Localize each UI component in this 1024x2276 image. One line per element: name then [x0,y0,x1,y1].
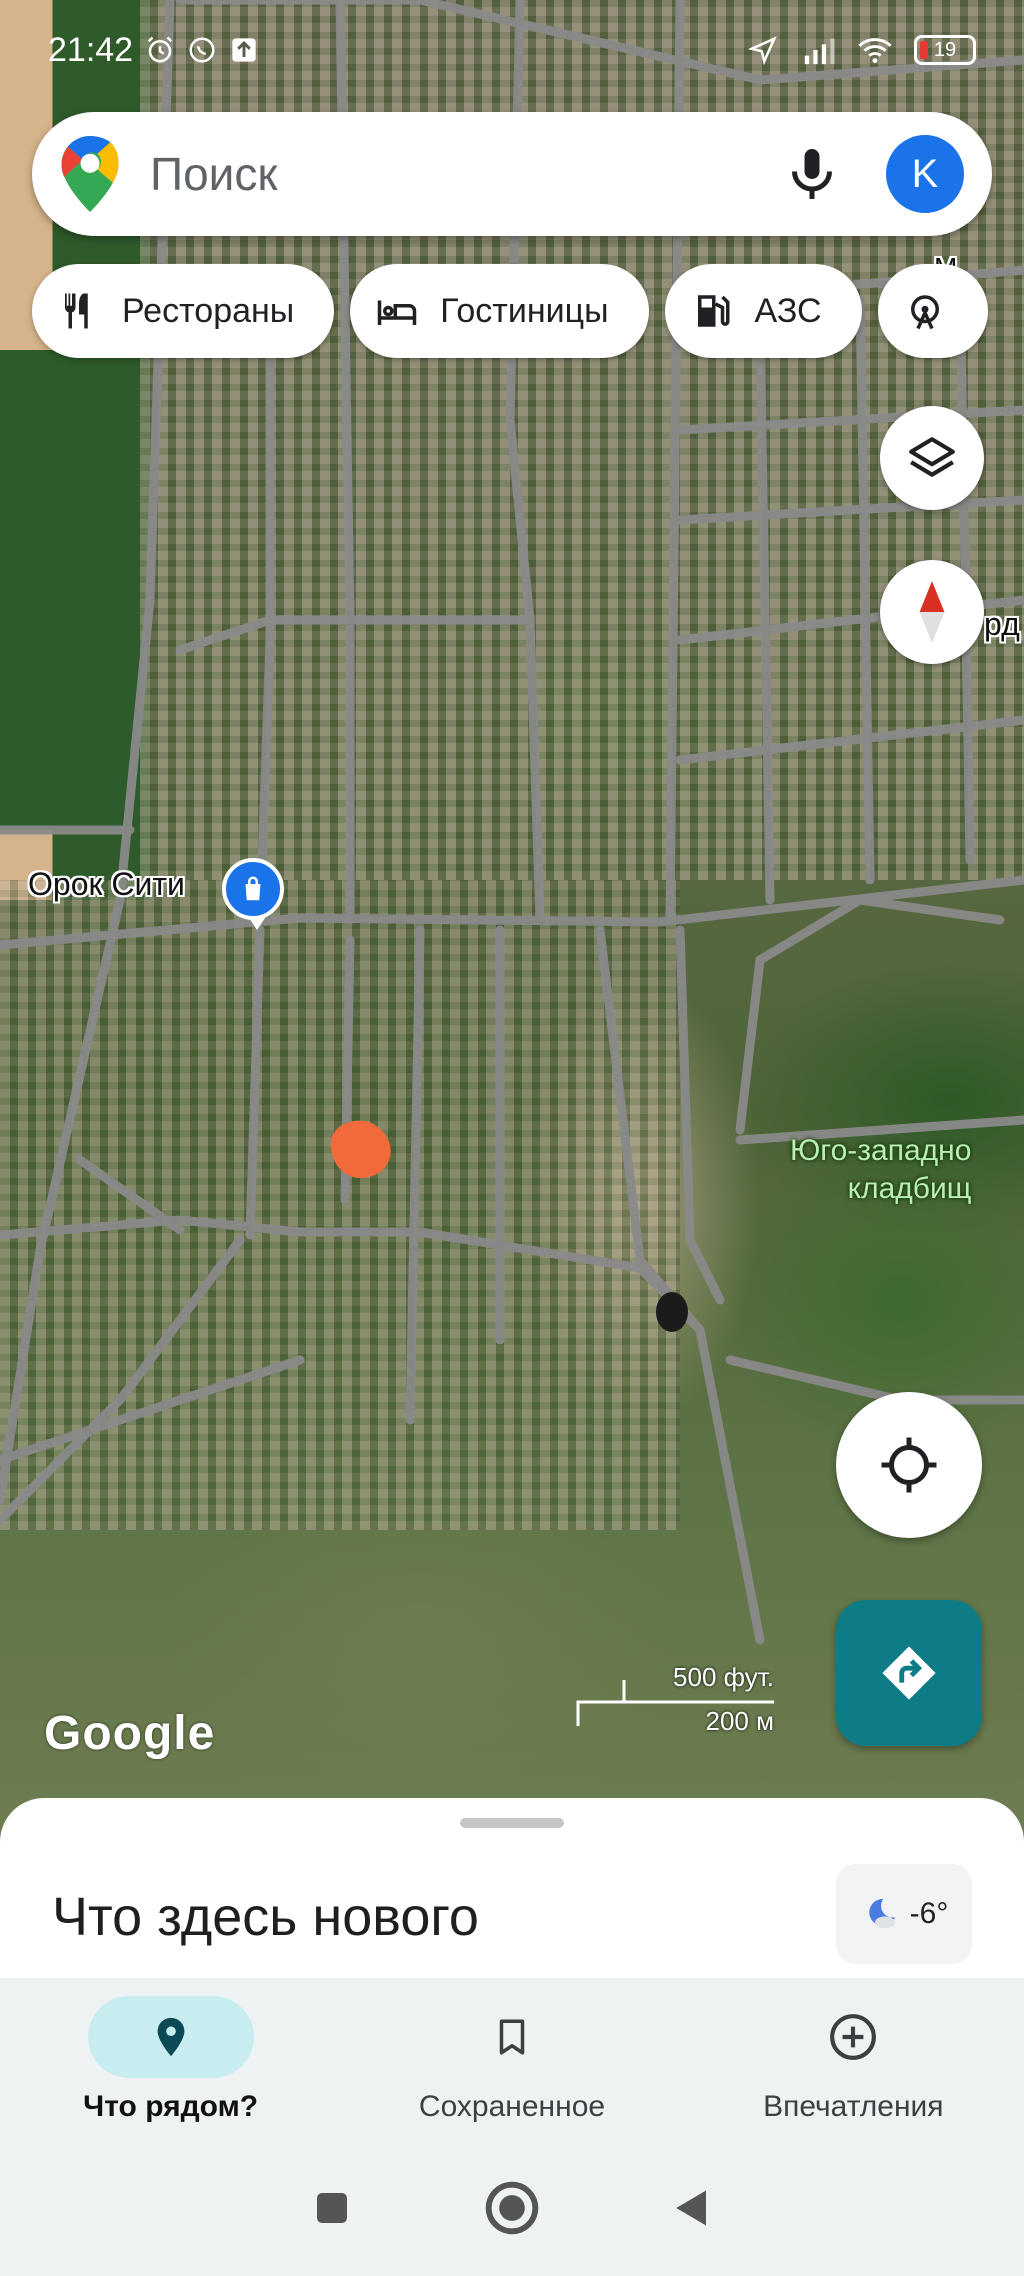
nav-label: Что рядом? [83,2090,259,2123]
attraction-icon [910,295,939,330]
whatsapp-icon [185,33,219,67]
scale-feet-label: 500 фут. [673,1662,774,1692]
layers-button[interactable] [880,406,984,510]
chip-label: Рестораны [122,291,295,330]
crosshair-icon [881,1437,937,1493]
nav-label: Сохраненное [418,2090,606,2123]
account-avatar[interactable]: K [886,135,964,213]
back-triangle-icon [676,2190,706,2226]
upload-icon [227,33,261,67]
google-attribution: Google [44,1707,216,1760]
location-arrow-icon [746,33,780,67]
chip-gas-stations[interactable]: АЗС [664,264,862,358]
search-bar[interactable]: Поиск K [32,112,992,236]
weather-temperature: -6° [909,1897,949,1930]
home-button[interactable] [482,2178,542,2238]
chip-attractions[interactable] [877,264,988,358]
chip-restaurants[interactable]: Рестораны [32,264,335,358]
compass-icon [919,581,945,643]
directions-icon [882,1646,936,1700]
my-location-button[interactable] [836,1392,982,1538]
poi-marker[interactable] [222,858,284,930]
nav-label: Впечатления [763,2090,944,2123]
bottom-sheet[interactable]: Что здесь нового -6° [0,1798,1024,1978]
nav-active-pill [87,1996,254,2078]
shopping-bag-icon [245,876,261,901]
hotel-icon [377,300,417,325]
chip-label: Гостиницы [440,291,609,330]
recent-apps-button[interactable] [302,2178,362,2238]
nav-contribute[interactable]: Впечатления [683,1978,1024,2140]
system-navigation-bar [0,2140,1024,2276]
alarm-icon [143,33,177,67]
status-time: 21:42 [48,30,134,69]
back-button[interactable] [662,2178,722,2238]
sheet-title: Что здесь нового [52,1887,479,1947]
circle-icon [485,2181,539,2235]
battery-level: 19 [933,38,957,61]
square-icon [317,2193,347,2223]
edge-label: рд [984,606,1020,642]
signal-icon [802,33,836,67]
nav-icon-container [770,1996,936,2078]
wifi-icon [858,33,892,67]
nav-explore[interactable]: Что рядом? [0,1978,341,2140]
moon-cloud-icon [868,1898,895,1929]
area-label[interactable]: Юго-западно кладбищ [790,1132,971,1208]
directions-button[interactable] [836,1600,982,1746]
chip-hotels[interactable]: Гостиницы [350,264,649,358]
battery-icon: 19 [914,35,976,65]
compass-button[interactable] [880,560,984,664]
poi-label[interactable]: Орок Сити [28,866,185,903]
chip-label: АЗС [754,291,822,330]
nav-icon-container [429,1996,595,2078]
restaurant-icon [65,293,88,329]
bottom-navigation: Что рядом? Сохраненное Впечатления [0,1978,1024,2140]
weather-badge[interactable]: -6° [836,1864,972,1964]
location-pin-icon [157,2017,185,2057]
nav-saved[interactable]: Сохраненное [341,1978,682,2140]
category-chips: Рестораны Гостиницы АЗС [32,264,988,358]
map-scale: 500 фут. 200 м [574,1662,774,1736]
search-input[interactable]: Поиск [150,147,782,201]
bookmark-icon [499,2019,525,2055]
status-bar: 21:42 19 [0,0,1024,100]
sheet-drag-handle[interactable] [460,1818,564,1828]
add-circle-icon [830,2014,877,2060]
google-maps-logo-icon [61,136,119,212]
gas-station-icon [697,295,730,327]
layers-icon [909,437,955,477]
microphone-icon[interactable] [782,144,842,204]
scale-meters-label: 200 м [705,1706,774,1736]
